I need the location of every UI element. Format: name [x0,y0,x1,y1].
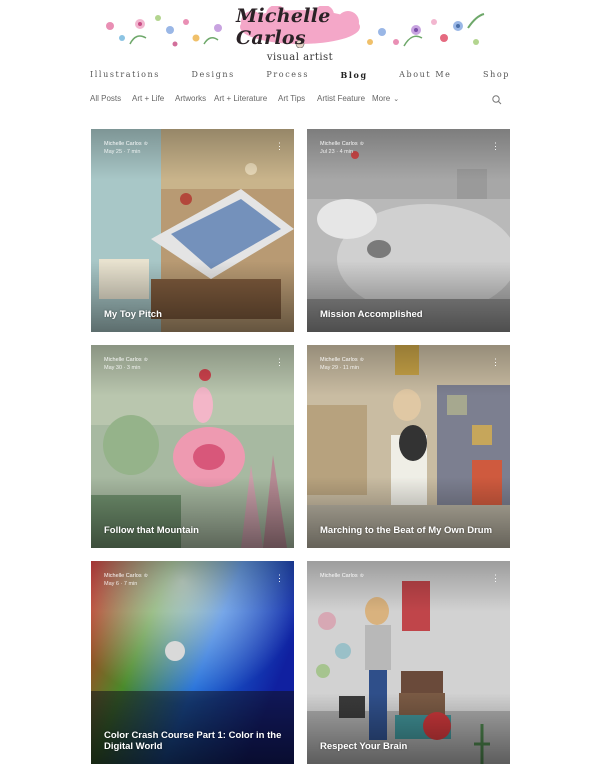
category-art-literature[interactable]: Art + Literature [214,94,267,103]
more-options-icon[interactable]: ⋮ [275,574,284,586]
post-card[interactable]: Michelle Carlos ♔ May 6 · 7 min ⋮ Color C… [91,561,294,764]
site-subtitle: visual artist [266,52,334,63]
more-options-icon[interactable]: ⋮ [491,358,500,370]
post-title[interactable]: Follow that Mountain [104,525,282,536]
category-more[interactable]: More ⌄ [372,94,399,103]
category-more-label: More [372,94,391,103]
category-artworks[interactable]: Artworks [175,94,206,103]
crown-icon: ♔ [143,141,149,147]
chevron-down-icon: ⌄ [393,96,400,103]
post-title[interactable]: Mission Accomplished [320,309,498,320]
more-options-icon[interactable]: ⋮ [275,358,284,370]
post-card[interactable]: Michelle Carlos ♔ ⋮ Respect Your Brain [307,561,510,764]
post-meta: May 25 · 7 min [104,149,141,155]
post-author-name: Michelle Carlos [320,357,358,363]
post-card[interactable]: Michelle Carlos ♔ May 25 · 7 min ⋮ My Toy… [91,129,294,332]
thumbnail-overlay [307,129,510,332]
search-icon[interactable] [490,93,504,107]
nav-about-me[interactable]: About Me [399,70,451,86]
flower-decoration-icon [367,13,485,47]
category-navigation: All Posts Art + Life Artworks Art + Lite… [90,94,510,110]
more-options-icon[interactable]: ⋮ [275,142,284,154]
post-author-name: Michelle Carlos [104,357,142,363]
post-author[interactable]: Michelle Carlos ♔ [320,141,364,147]
post-card[interactable]: Michelle Carlos ♔ Jul 23 · 4 min ⋮ Missio… [307,129,510,332]
post-card[interactable]: Michelle Carlos ♔ May 30 · 3 min ⋮ Follow… [91,345,294,548]
nav-process[interactable]: Process [266,70,309,86]
post-author-name: Michelle Carlos [104,141,142,147]
crown-icon: ♔ [359,573,365,579]
nav-blog[interactable]: Blog [341,70,368,86]
category-art-tips[interactable]: Art Tips [278,94,305,103]
post-card[interactable]: Michelle Carlos ♔ May 29 · 11 min ⋮ March… [307,345,510,548]
post-author[interactable]: Michelle Carlos ♔ [320,573,364,579]
post-meta: Jul 23 · 4 min [320,149,354,155]
post-meta: May 30 · 3 min [104,365,141,371]
nav-designs[interactable]: Designs [191,70,234,86]
thumbnail-overlay [91,129,294,332]
nav-illustrations[interactable]: Illustrations [90,70,160,86]
post-title[interactable]: Respect Your Brain [320,741,498,752]
nav-shop[interactable]: Shop [483,70,510,86]
post-author[interactable]: Michelle Carlos ♔ [104,573,148,579]
crown-icon: ♔ [143,573,149,579]
more-options-icon[interactable]: ⋮ [491,142,500,154]
post-author-name: Michelle Carlos [104,573,142,579]
crown-icon: ♔ [359,141,365,147]
thumbnail-overlay [307,345,510,548]
main-navigation: Illustrations Designs Process Blog About… [90,70,510,86]
post-author-name: Michelle Carlos [320,141,358,147]
post-author[interactable]: Michelle Carlos ♔ [320,357,364,363]
post-author[interactable]: Michelle Carlos ♔ [104,141,148,147]
crown-icon: ♔ [359,357,365,363]
post-author[interactable]: Michelle Carlos ♔ [104,357,148,363]
post-title[interactable]: Color Crash Course Part 1: Color in the … [104,730,282,752]
category-all-posts[interactable]: All Posts [90,94,121,103]
post-author-name: Michelle Carlos [320,573,358,579]
thumbnail-overlay [91,345,294,548]
category-art-life[interactable]: Art + Life [132,94,164,103]
logo-text[interactable]: Michelle Carlos [236,5,364,49]
category-artist-feature[interactable]: Artist Feature [317,94,365,103]
post-title[interactable]: My Toy Pitch [104,309,282,320]
crown-icon: ♔ [143,357,149,363]
post-meta: May 29 · 11 min [320,365,360,371]
more-options-icon[interactable]: ⋮ [491,574,500,586]
site-header: Michelle Carlos visual artist [0,0,600,68]
post-meta: May 6 · 7 min [104,581,138,587]
post-title[interactable]: Marching to the Beat of My Own Drum [320,525,498,536]
thumbnail-overlay [307,561,510,764]
flower-decoration-icon [106,15,222,47]
